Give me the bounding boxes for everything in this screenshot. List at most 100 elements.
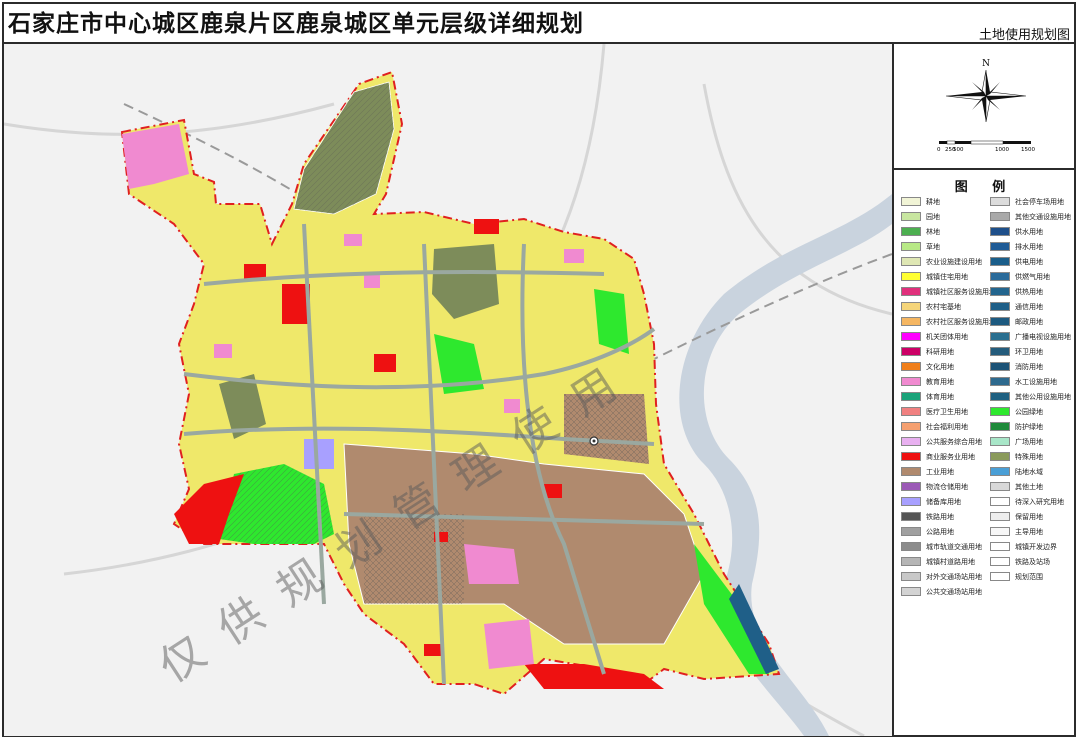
- legend-item: 其他公用设施用地: [990, 389, 1071, 404]
- legend-item: 草地: [901, 239, 996, 254]
- legend-swatch: [990, 452, 1010, 461]
- legend-item: 其他土地: [990, 479, 1071, 494]
- legend-label: 其他公用设施用地: [1015, 392, 1071, 401]
- legend-label: 邮政用地: [1015, 317, 1043, 326]
- legend-item: 铁路及站场: [990, 554, 1071, 569]
- legend-item: 城镇住宅用地: [901, 269, 996, 284]
- legend-item: 保留用地: [990, 509, 1071, 524]
- legend-swatch: [990, 347, 1010, 356]
- legend-item: 机关团体用地: [901, 329, 996, 344]
- legend-label: 医疗卫生用地: [926, 407, 968, 416]
- legend-item: 农业设施建设用地: [901, 254, 996, 269]
- legend-swatch: [901, 407, 921, 416]
- legend-swatch: [990, 317, 1010, 326]
- legend-label: 社会停车场用地: [1015, 197, 1064, 206]
- legend-swatch: [990, 377, 1010, 386]
- legend-item: 其他交通设施用地: [990, 209, 1071, 224]
- legend-label: 机关团体用地: [926, 332, 968, 341]
- legend-item: 林地: [901, 224, 996, 239]
- legend-item: 储备库用地: [901, 494, 996, 509]
- scale-label-1000: 1000: [995, 147, 1009, 152]
- legend-swatch: [901, 227, 921, 236]
- scale-label-1500: 1500: [1021, 147, 1035, 152]
- legend-swatch: [901, 212, 921, 221]
- legend-item: 公共服务综合用地: [901, 434, 996, 449]
- legend-swatch: [990, 212, 1010, 221]
- legend-swatch: [901, 347, 921, 356]
- legend-swatch: [901, 557, 921, 566]
- legend-swatch: [901, 437, 921, 446]
- legend-label: 公共服务综合用地: [926, 437, 982, 446]
- legend-item: 农村社区服务设施用地: [901, 314, 996, 329]
- legend-label: 城镇社区服务设施用地: [926, 287, 996, 296]
- legend-item: 铁路用地: [901, 509, 996, 524]
- legend-swatch: [901, 332, 921, 341]
- legend-item: 耕地: [901, 194, 996, 209]
- legend-label: 园地: [926, 212, 940, 221]
- legend-item: 公路用地: [901, 524, 996, 539]
- legend-label: 陆地水域: [1015, 467, 1043, 476]
- legend-item: 城镇村道路用地: [901, 554, 996, 569]
- legend-label: 耕地: [926, 197, 940, 206]
- legend-label: 体育用地: [926, 392, 954, 401]
- legend-item: 科研用地: [901, 344, 996, 359]
- scale-label-500: 500: [953, 147, 964, 152]
- legend-swatch: [990, 287, 1010, 296]
- legend-label: 城镇村道路用地: [926, 557, 975, 566]
- legend-swatch: [990, 362, 1010, 371]
- legend-label: 铁路用地: [926, 512, 954, 521]
- legend-item: 商业服务业用地: [901, 449, 996, 464]
- legend-swatch: [901, 242, 921, 251]
- legend-item: 公园绿地: [990, 404, 1071, 419]
- land-use-map[interactable]: 仅供规划管理使用: [4, 44, 892, 736]
- legend-swatch: [990, 242, 1010, 251]
- legend-swatch: [990, 332, 1010, 341]
- legend-label: 农业设施建设用地: [926, 257, 982, 266]
- legend-label: 供热用地: [1015, 287, 1043, 296]
- legend-item: 供燃气用地: [990, 269, 1071, 284]
- legend-swatch: [901, 572, 921, 581]
- legend-swatch: [990, 572, 1010, 581]
- legend-swatch: [901, 197, 921, 206]
- legend-label: 广播电视设施用地: [1015, 332, 1071, 341]
- legend-item: 园地: [901, 209, 996, 224]
- legend-swatch: [990, 302, 1010, 311]
- legend-swatch: [990, 527, 1010, 536]
- legend-swatch: [990, 227, 1010, 236]
- legend-label: 供电用地: [1015, 257, 1043, 266]
- education-center: [464, 544, 519, 584]
- legend-label: 通信用地: [1015, 302, 1043, 311]
- legend-item: 城镇开发边界: [990, 539, 1071, 554]
- legend-swatch: [901, 497, 921, 506]
- legend-label: 草地: [926, 242, 940, 251]
- legend-item: 工业用地: [901, 464, 996, 479]
- legend-label: 其他土地: [1015, 482, 1043, 491]
- legend-item: 体育用地: [901, 389, 996, 404]
- legend-item: 社会停车场用地: [990, 194, 1071, 209]
- legend-label: 科研用地: [926, 347, 954, 356]
- legend-label: 物流仓储用地: [926, 482, 968, 491]
- legend-label: 其他交通设施用地: [1015, 212, 1071, 221]
- legend-label: 消防用地: [1015, 362, 1043, 371]
- legend-swatch: [990, 512, 1010, 521]
- north-label: N: [982, 59, 990, 69]
- legend-label: 城镇开发边界: [1015, 542, 1057, 551]
- legend-item: 邮政用地: [990, 314, 1071, 329]
- legend-item: 通信用地: [990, 299, 1071, 314]
- legend-item: 物流仓储用地: [901, 479, 996, 494]
- legend-swatch: [990, 197, 1010, 206]
- legend-item: 待深入研究用地: [990, 494, 1071, 509]
- legend-item: 农村宅基地: [901, 299, 996, 314]
- legend-swatch: [901, 527, 921, 536]
- scale-bar: 0 250 500 1000 1500: [937, 140, 1035, 152]
- legend-label: 特殊用地: [1015, 452, 1043, 461]
- legend-swatch: [901, 482, 921, 491]
- legend-swatch: [901, 257, 921, 266]
- legend-item: 水工设施用地: [990, 374, 1071, 389]
- legend-swatch: [901, 362, 921, 371]
- map-subtitle: 土地使用规划图: [978, 28, 1070, 43]
- legend-item: 医疗卫生用地: [901, 404, 996, 419]
- legend-swatch: [990, 407, 1010, 416]
- legend-swatch: [990, 542, 1010, 551]
- legend-label: 公园绿地: [1015, 407, 1043, 416]
